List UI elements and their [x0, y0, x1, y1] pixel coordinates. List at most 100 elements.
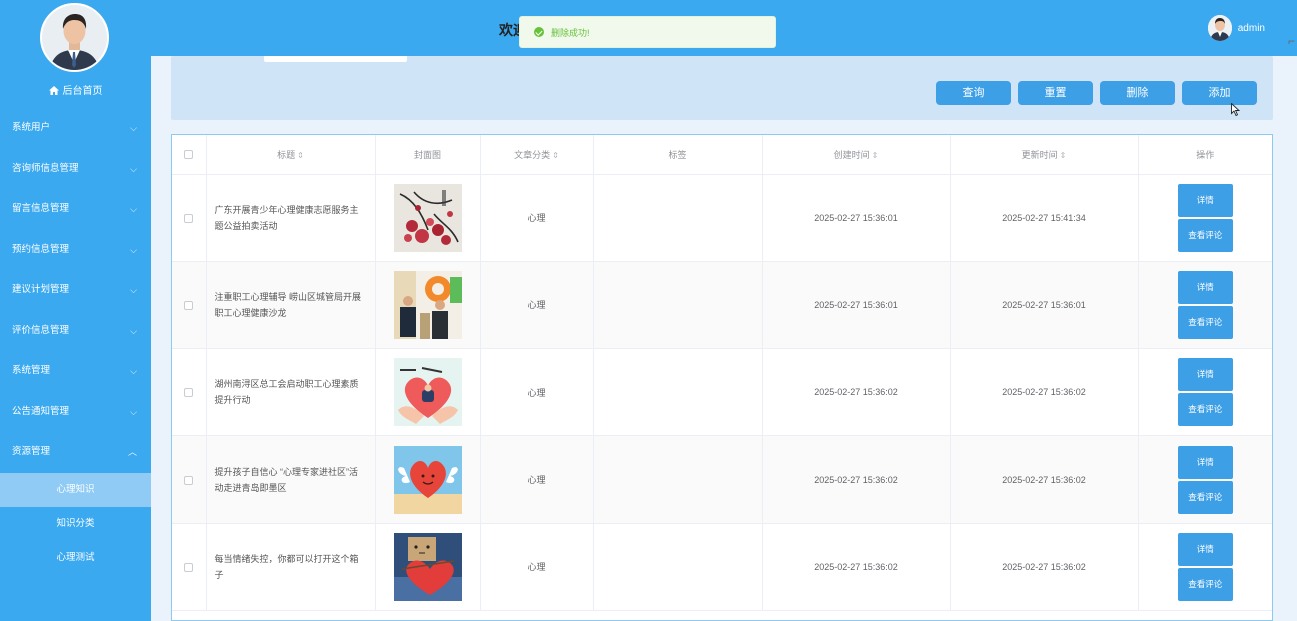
view-comments-button[interactable]: 查看评论	[1177, 218, 1233, 252]
chevron-down-icon: ⌵	[130, 325, 137, 336]
success-check-icon	[534, 27, 544, 37]
table-row: 湖州南浔区总工会启动职工心理素质提升行动 心理 2025-02-27 15:36…	[172, 348, 1272, 437]
detail-button[interactable]: 详情	[1177, 445, 1233, 479]
header-updated[interactable]: 更新时间 ⇕	[950, 135, 1139, 175]
query-button[interactable]: 查询	[936, 81, 1011, 105]
home-link[interactable]: 后台首页	[0, 82, 151, 98]
detail-button[interactable]: 详情	[1177, 532, 1233, 566]
header-title[interactable]: 标题 ⇕	[206, 135, 376, 175]
table-header-row: 标题 ⇕ 封面图 文章分类 ⇕ 标签 创建时间 ⇕ 更新时间 ⇕ 操作	[172, 135, 1272, 175]
reset-button[interactable]: 重置	[1018, 81, 1093, 105]
search-panel: 查询 重置 删除 添加	[171, 56, 1273, 120]
home-icon	[48, 86, 59, 98]
header-title-label: 标题	[277, 149, 296, 160]
row-created: 2025-02-27 15:36:01	[762, 174, 951, 262]
sidebar-item-label: 公告通知管理	[12, 405, 70, 417]
row-updated: 2025-02-27 15:36:02	[950, 523, 1139, 611]
header-created-label: 创建时间	[833, 149, 870, 160]
cover-image-heart-wings	[393, 445, 462, 514]
sidebar-item-system-users[interactable]: 系统用户 ⌵	[0, 108, 151, 149]
row-select-cell	[172, 174, 207, 262]
user-avatar[interactable]	[40, 3, 109, 72]
view-comments-button[interactable]: 查看评论	[1177, 480, 1233, 514]
row-created: 2025-02-27 15:36:02	[762, 435, 951, 524]
row-created: 2025-02-27 15:36:02	[762, 348, 951, 437]
view-comments-button[interactable]: 查看评论	[1177, 305, 1233, 339]
sidebar-subitem-psych-test[interactable]: 心理测试	[0, 541, 151, 575]
sort-icon[interactable]: ⇕	[872, 151, 879, 160]
detail-button[interactable]: 详情	[1177, 270, 1233, 304]
row-select-cell	[172, 523, 207, 611]
window-edge-marker: ⌐	[1287, 34, 1295, 48]
sidebar-subitem-psych-knowledge[interactable]: 心理知识	[0, 472, 151, 507]
sidebar-item-messages[interactable]: 留言信息管理 ⌵	[0, 189, 151, 230]
sidebar-item-notices[interactable]: 公告通知管理 ⌵	[0, 392, 151, 433]
row-created: 2025-02-27 15:36:01	[762, 261, 951, 350]
cover-image-box-heart	[393, 532, 462, 601]
row-checkbox[interactable]	[184, 388, 194, 398]
row-tags	[593, 261, 763, 350]
row-select-cell	[172, 261, 207, 350]
sidebar-item-reviews[interactable]: 评价信息管理 ⌵	[0, 311, 151, 352]
row-category: 心理	[480, 261, 594, 350]
header-select-all	[172, 135, 207, 175]
sidebar-subitem-knowledge-category[interactable]: 知识分类	[0, 507, 151, 541]
sidebar-item-appointments[interactable]: 预约信息管理 ⌵	[0, 230, 151, 271]
search-input[interactable]	[264, 56, 407, 62]
admin-name: admin	[1237, 22, 1265, 34]
sidebar-item-label: 资源管理	[12, 446, 51, 457]
row-checkbox[interactable]	[184, 213, 194, 223]
table-row: 提升孩子自信心 “心理专家进社区”活动走进青岛即墨区 心理 2025-02-27…	[172, 435, 1272, 524]
table-row: 广东开展青少年心理健康志愿服务主题公益拍卖活动 心理 2025-02-27 15…	[172, 174, 1272, 262]
detail-button[interactable]: 详情	[1177, 358, 1233, 392]
sort-icon[interactable]: ⇕	[297, 151, 304, 160]
cover-image-flower-painting	[393, 183, 462, 252]
sidebar-item-label: 评价信息管理	[12, 324, 70, 336]
sidebar-item-label: 咨询师信息管理	[12, 162, 79, 174]
row-updated: 2025-02-27 15:36:01	[950, 261, 1139, 350]
delete-button[interactable]: 删除	[1100, 81, 1175, 105]
header-category-label: 文章分类	[514, 149, 551, 160]
sidebar-item-system[interactable]: 系统管理 ⌵	[0, 351, 151, 392]
row-tags	[593, 435, 763, 524]
sidebar-item-counselor[interactable]: 咨询师信息管理 ⌵	[0, 149, 151, 190]
row-actions: 详情 查看评论	[1138, 261, 1272, 350]
view-comments-button[interactable]: 查看评论	[1177, 393, 1233, 427]
sidebar-item-resources[interactable]: 资源管理 ︿	[0, 432, 151, 473]
row-select-cell	[172, 435, 207, 524]
chevron-down-icon: ⌵	[130, 406, 137, 417]
sidebar-item-label: 建议计划管理	[12, 284, 70, 295]
sidebar-item-plans[interactable]: 建议计划管理 ⌵	[0, 270, 151, 311]
admin-menu[interactable]: admin	[1207, 14, 1265, 42]
row-checkbox[interactable]	[184, 475, 194, 485]
sort-icon[interactable]: ⇕	[1060, 151, 1067, 160]
view-comments-button[interactable]: 查看评论	[1177, 567, 1233, 601]
chevron-down-icon: ⌵	[130, 163, 137, 174]
main-content: 查询 重置 删除 添加 标题 ⇕ 封面图 文章分类 ⇕ 标签 创建时间 ⇕ 更新…	[151, 56, 1297, 621]
cover-image-heart-hands	[393, 358, 462, 427]
select-all-checkbox[interactable]	[184, 150, 194, 160]
knowledge-table: 标题 ⇕ 封面图 文章分类 ⇕ 标签 创建时间 ⇕ 更新时间 ⇕ 操作 广东开展青少年心…	[171, 134, 1273, 621]
detail-button[interactable]: 详情	[1177, 183, 1233, 217]
header-created[interactable]: 创建时间 ⇕	[762, 135, 951, 175]
row-actions: 详情 查看评论	[1138, 348, 1272, 437]
header-category[interactable]: 文章分类 ⇕	[480, 135, 594, 175]
row-created: 2025-02-27 15:36:02	[762, 523, 951, 611]
row-tags	[593, 523, 763, 611]
chevron-down-icon: ⌵	[130, 366, 137, 376]
header-tags: 标签	[593, 135, 763, 175]
sidebar-item-label: 留言信息管理	[12, 203, 70, 214]
row-title: 注重职工心理辅导 崂山区城管局开展职工心理健康沙龙	[206, 261, 376, 350]
sort-icon[interactable]: ⇕	[552, 151, 559, 160]
row-title: 每当情绪失控，你都可以打开这个箱子	[206, 523, 376, 611]
row-actions: 详情 查看评论	[1138, 523, 1272, 611]
table-row: 注重职工心理辅导 崂山区城管局开展职工心理健康沙龙 心理 2025-02-27 …	[172, 261, 1272, 350]
row-category: 心理	[480, 435, 594, 524]
row-title: 湖州南浔区总工会启动职工心理素质提升行动	[206, 348, 376, 437]
sidebar-item-label: 系统管理	[12, 365, 51, 376]
row-checkbox[interactable]	[184, 562, 194, 572]
add-button[interactable]: 添加	[1182, 81, 1257, 105]
row-checkbox[interactable]	[184, 301, 194, 310]
row-cover-cell	[375, 435, 481, 524]
chevron-up-icon: ︿	[127, 447, 137, 457]
